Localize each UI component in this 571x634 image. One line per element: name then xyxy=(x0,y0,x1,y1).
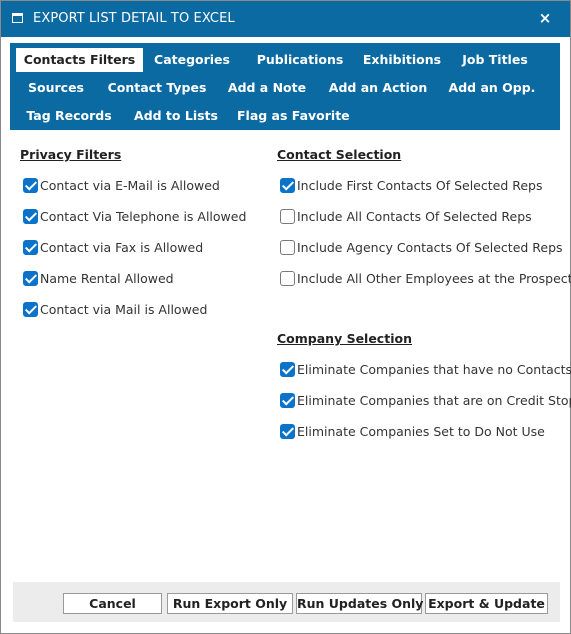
dialog-footer: Cancel Run Export Only Run Updates Only … xyxy=(13,582,560,622)
checkbox-no-contacts[interactable] xyxy=(280,361,295,377)
checkbox-label: Eliminate Companies Set to Do Not Use xyxy=(297,423,545,439)
company-no-contacts-option[interactable]: Eliminate Companies that have no Contact… xyxy=(280,359,571,379)
checkbox-label: Include All Contacts Of Selected Reps xyxy=(297,208,532,224)
cancel-button[interactable]: Cancel xyxy=(63,593,162,614)
tab-add-to-lists[interactable]: Add to Lists xyxy=(130,104,222,128)
tab-bar: Contacts Filters Categories Publications… xyxy=(10,43,560,130)
checkbox-mail[interactable] xyxy=(23,301,38,317)
checkbox-name-rental[interactable] xyxy=(23,270,38,286)
checkbox-label: Eliminate Companies that are on Credit S… xyxy=(297,392,571,408)
checkbox-first-contacts[interactable] xyxy=(280,177,295,193)
checkbox-do-not-use[interactable] xyxy=(280,423,295,439)
export-dialog: EXPORT LIST DETAIL TO EXCEL × Contacts F… xyxy=(0,0,571,634)
checkbox-credit-stop[interactable] xyxy=(280,392,295,408)
checkbox-label: Include All Other Employees at the Prosp… xyxy=(297,270,571,286)
export-and-update-button[interactable]: Export & Update xyxy=(425,593,548,614)
run-export-only-button[interactable]: Run Export Only xyxy=(167,593,293,614)
tab-contact-types[interactable]: Contact Types xyxy=(107,76,207,100)
checkbox-label: Contact via Fax is Allowed xyxy=(40,239,204,255)
tab-contacts-filters[interactable]: Contacts Filters xyxy=(16,48,143,72)
tab-flag-as-favorite[interactable]: Flag as Favorite xyxy=(237,104,350,128)
tab-add-an-action[interactable]: Add an Action xyxy=(328,76,428,100)
checkbox-label: Contact via Mail is Allowed xyxy=(40,301,208,317)
contact-first-option[interactable]: Include First Contacts Of Selected Reps xyxy=(280,175,543,195)
checkbox-email[interactable] xyxy=(23,177,38,193)
tab-sources[interactable]: Sources xyxy=(20,76,92,100)
tab-add-an-opp[interactable]: Add an Opp. xyxy=(445,76,539,100)
tab-categories[interactable]: Categories xyxy=(149,48,235,72)
window-icon xyxy=(12,13,23,23)
checkbox-label: Name Rental Allowed xyxy=(40,270,174,286)
company-selection-heading: Company Selection xyxy=(277,331,412,346)
tab-add-a-note[interactable]: Add a Note xyxy=(225,76,309,100)
tab-publications[interactable]: Publications xyxy=(245,48,355,72)
privacy-fax-option[interactable]: Contact via Fax is Allowed xyxy=(23,237,203,257)
contact-selection-heading: Contact Selection xyxy=(277,147,402,162)
tab-tag-records[interactable]: Tag Records xyxy=(24,104,114,128)
run-updates-only-button[interactable]: Run Updates Only xyxy=(296,593,423,614)
privacy-filters-heading: Privacy Filters xyxy=(20,147,122,162)
contact-other-employees-option[interactable]: Include All Other Employees at the Prosp… xyxy=(280,268,571,288)
tab-exhibitions[interactable]: Exhibitions xyxy=(357,48,447,72)
privacy-mail-option[interactable]: Contact via Mail is Allowed xyxy=(23,299,207,319)
checkbox-label: Include Agency Contacts Of Selected Reps xyxy=(297,239,563,255)
checkbox-label: Contact Via Telephone is Allowed xyxy=(40,208,247,224)
checkbox-all-contacts[interactable] xyxy=(280,208,295,224)
checkbox-fax[interactable] xyxy=(23,239,38,255)
privacy-name-rental-option[interactable]: Name Rental Allowed xyxy=(23,268,174,288)
tab-job-titles[interactable]: Job Titles xyxy=(454,48,536,72)
privacy-telephone-option[interactable]: Contact Via Telephone is Allowed xyxy=(23,206,246,226)
close-button[interactable]: × xyxy=(537,9,553,27)
privacy-email-option[interactable]: Contact via E-Mail is Allowed xyxy=(23,175,220,195)
company-credit-stop-option[interactable]: Eliminate Companies that are on Credit S… xyxy=(280,390,571,410)
checkbox-label: Eliminate Companies that have no Contact… xyxy=(297,361,571,377)
dialog-title: EXPORT LIST DETAIL TO EXCEL xyxy=(33,11,235,26)
checkbox-label: Include First Contacts Of Selected Reps xyxy=(297,177,543,193)
title-bar: EXPORT LIST DETAIL TO EXCEL × xyxy=(1,1,570,37)
checkbox-agency-contacts[interactable] xyxy=(280,239,295,255)
checkbox-label: Contact via E-Mail is Allowed xyxy=(40,177,220,193)
contact-all-option[interactable]: Include All Contacts Of Selected Reps xyxy=(280,206,532,226)
checkbox-telephone[interactable] xyxy=(23,208,38,224)
checkbox-other-employees[interactable] xyxy=(280,270,295,286)
contact-agency-option[interactable]: Include Agency Contacts Of Selected Reps xyxy=(280,237,563,257)
company-do-not-use-option[interactable]: Eliminate Companies Set to Do Not Use xyxy=(280,421,545,441)
